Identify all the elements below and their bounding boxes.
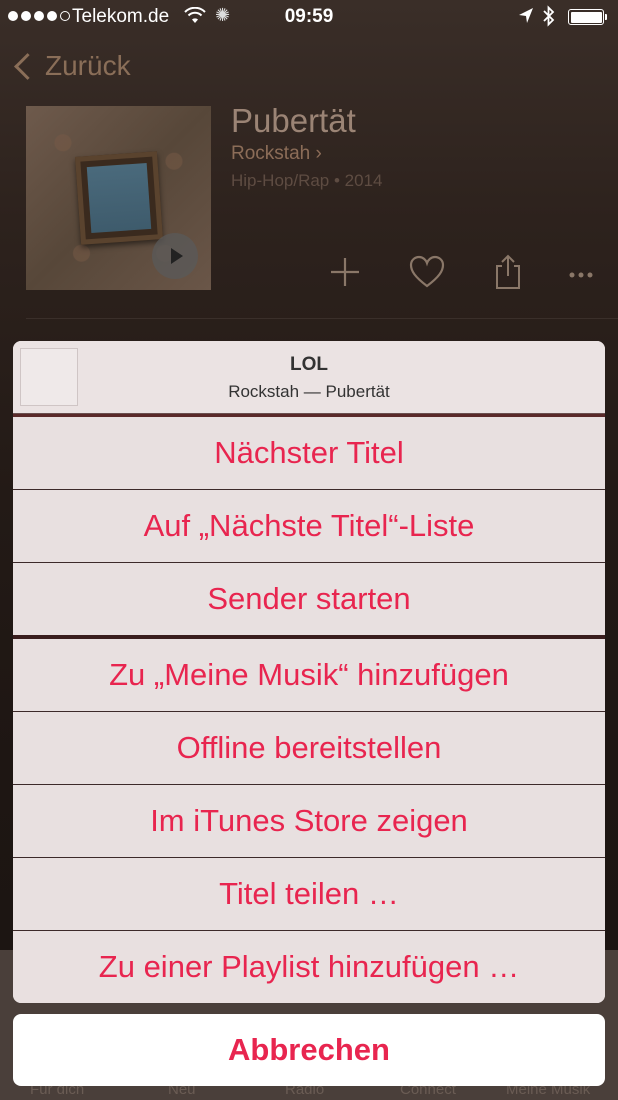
artist-link[interactable]: Rockstah › xyxy=(231,143,322,165)
song-title: LOL xyxy=(290,354,328,375)
heart-icon[interactable] xyxy=(407,252,447,292)
show-in-itunes-store-button[interactable]: Im iTunes Store zeigen xyxy=(13,785,605,858)
album-cover[interactable] xyxy=(26,106,211,290)
location-arrow-icon xyxy=(518,7,534,31)
album-genre-year: Hip-Hop/Rap • 2014 xyxy=(231,171,383,190)
share-icon[interactable] xyxy=(488,252,528,292)
plus-icon[interactable] xyxy=(325,252,365,292)
album-title: Pubertät xyxy=(231,102,356,139)
action-sheet: LOL Rockstah — Pubertät Nächster Titel A… xyxy=(13,341,605,1003)
back-label: Zurück xyxy=(45,50,131,81)
chevron-left-icon xyxy=(14,52,41,80)
play-next-button[interactable]: Nächster Titel xyxy=(13,417,605,490)
add-to-playlist-button[interactable]: Zu einer Playlist hinzufügen … xyxy=(13,931,605,1003)
song-subtitle: Rockstah — Pubertät xyxy=(228,382,390,401)
add-to-up-next-button[interactable]: Auf „Nächste Titel“-Liste xyxy=(13,490,605,563)
bluetooth-icon xyxy=(542,5,556,33)
start-station-button[interactable]: Sender starten xyxy=(13,563,605,635)
artist-label: Rockstah xyxy=(231,143,311,164)
status-bar: Telekom.de ✺ 09:59 xyxy=(0,0,618,36)
cover-art-frame xyxy=(75,151,163,245)
action-sheet-header: LOL Rockstah — Pubertät xyxy=(13,341,605,414)
add-to-my-music-button[interactable]: Zu „Meine Musik“ hinzufügen xyxy=(13,639,605,712)
divider xyxy=(26,318,618,319)
cancel-button[interactable]: Abbrechen xyxy=(13,1014,605,1086)
chevron-right-icon: › xyxy=(315,143,322,164)
share-song-button[interactable]: Titel teilen … xyxy=(13,858,605,931)
battery-icon xyxy=(568,9,607,25)
more-icon[interactable] xyxy=(562,252,602,292)
make-available-offline-button[interactable]: Offline bereitstellen xyxy=(13,712,605,785)
play-icon[interactable] xyxy=(152,233,198,279)
back-button[interactable]: Zurück xyxy=(12,50,131,82)
